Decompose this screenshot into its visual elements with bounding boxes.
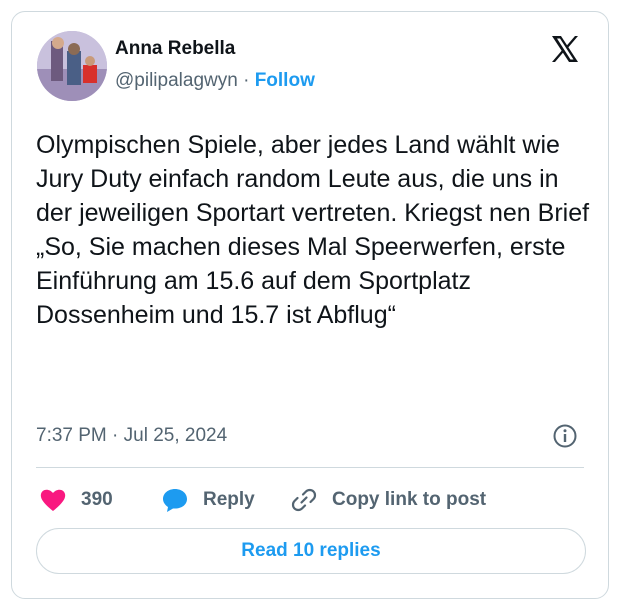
x-logo-icon[interactable] [549, 33, 581, 65]
link-icon [291, 488, 317, 512]
reply-label: Reply [203, 489, 255, 510]
reply-bubble-icon [163, 489, 187, 512]
avatar[interactable] [37, 31, 107, 101]
reply-button[interactable]: Reply [161, 485, 255, 515]
info-icon[interactable] [552, 423, 578, 449]
read-replies-button[interactable]: Read 10 replies [36, 528, 586, 574]
tweet-timestamp[interactable]: 7:37 PM · Jul 25, 2024 [36, 425, 227, 447]
tweet-text: Olympischen Spiele, aber jedes Land wähl… [36, 131, 590, 329]
author-handle[interactable]: @pilipalagwyn [115, 70, 238, 91]
copy-link-button[interactable]: Copy link to post [290, 485, 486, 515]
like-count: 390 [81, 489, 113, 510]
author-name[interactable]: Anna Rebella [115, 38, 235, 60]
like-button[interactable]: 390 [39, 485, 113, 515]
tweet-card: Anna Rebella @pilipalagwyn · Follow Olym… [11, 11, 609, 599]
action-bar: 390 Reply Copy link to post [36, 485, 596, 515]
follow-button[interactable]: Follow [255, 70, 315, 91]
heart-icon [40, 489, 66, 511]
divider [36, 467, 584, 468]
copy-link-label: Copy link to post [332, 489, 487, 510]
author-handle-row: @pilipalagwyn · Follow [115, 70, 315, 92]
separator-dot: · [243, 70, 250, 91]
